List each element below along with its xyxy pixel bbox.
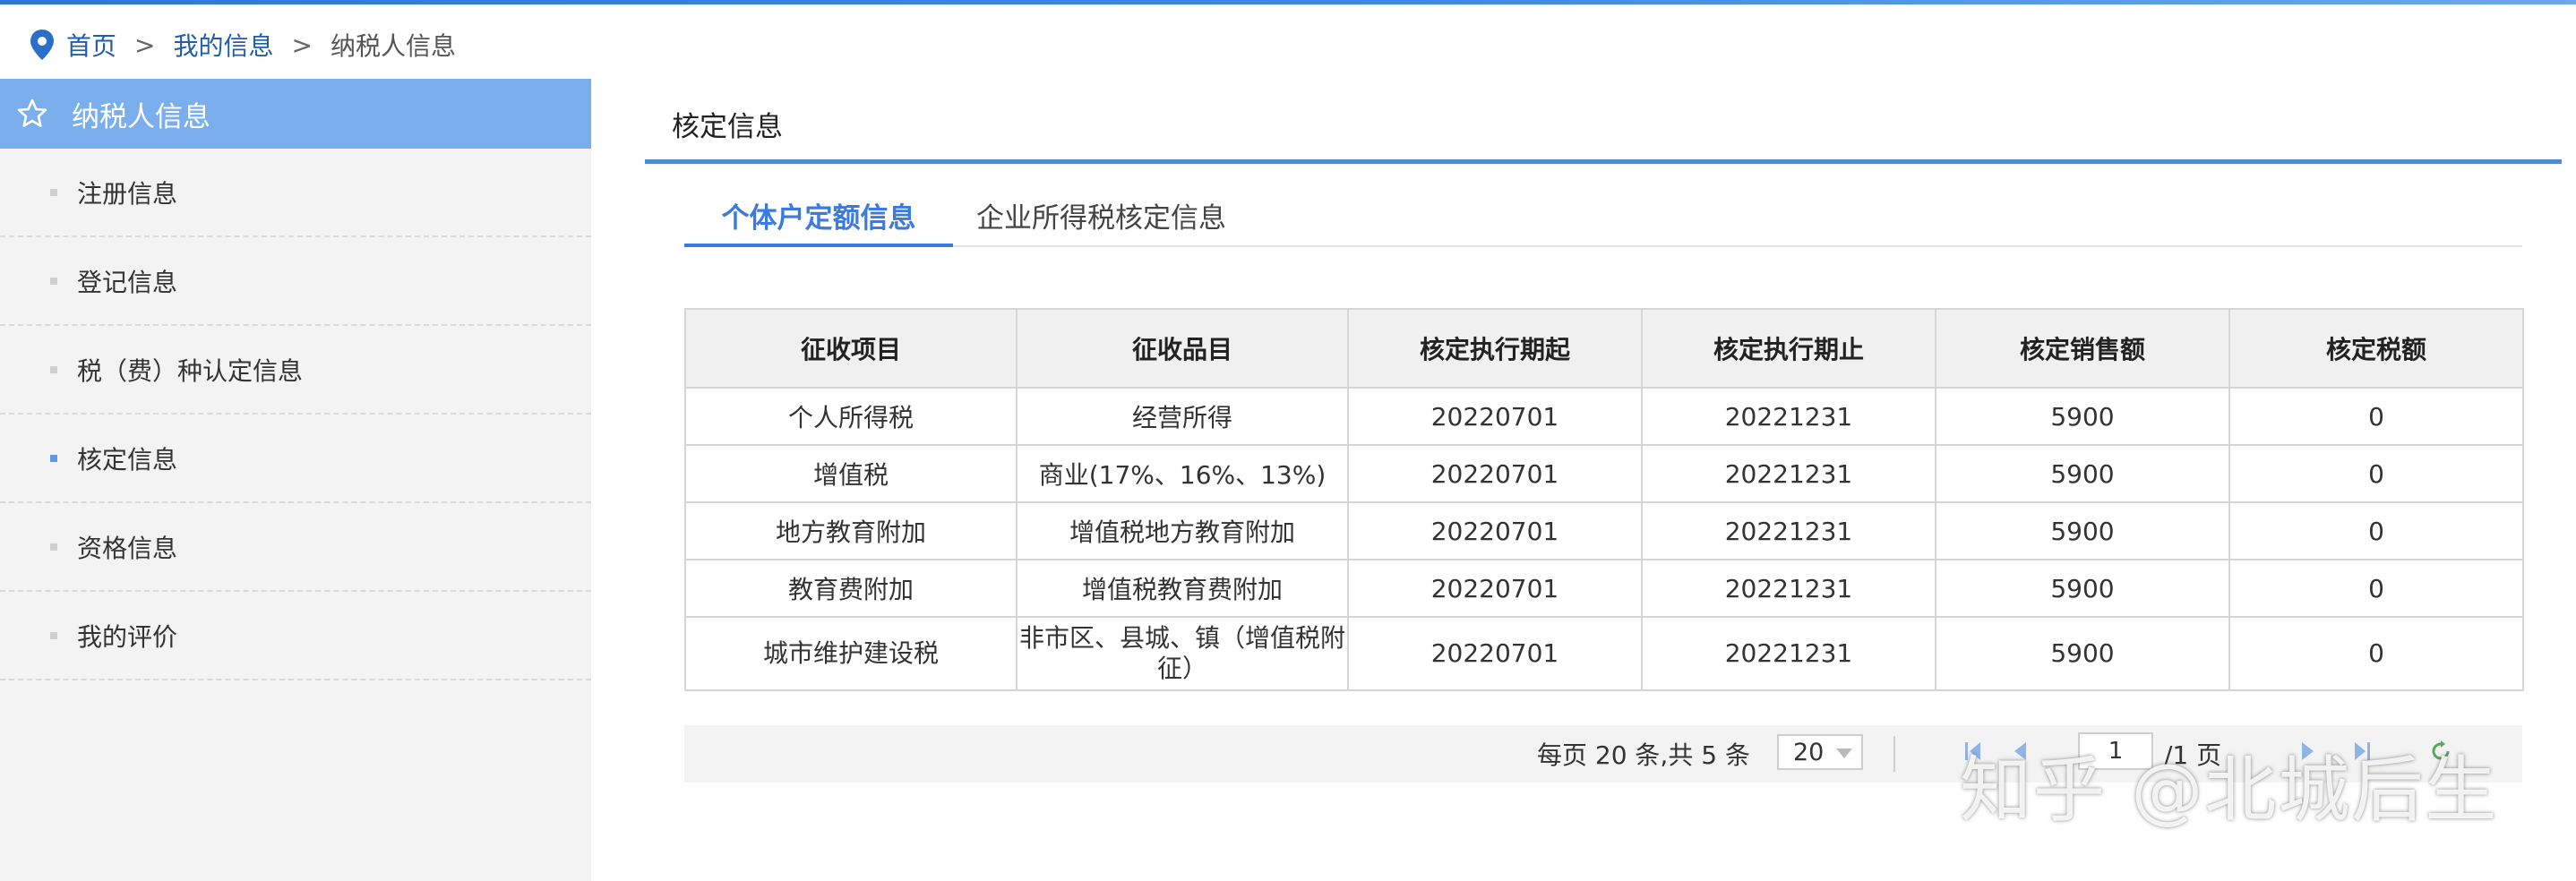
table-row: 个人所得税 经营所得 20220701 20221231 5900 0 [684,387,2524,446]
table-cell: 20221231 [1641,616,1936,691]
table-row: 城市维护建设税 非市区、县城、镇（增值税附征） 20220701 2022123… [684,616,2524,691]
table-row: 地方教育附加 增值税地方教育附加 20220701 20221231 5900 … [684,501,2524,560]
table-row: 增值税 商业(17%、16%、13%) 20220701 20221231 59… [684,444,2524,503]
breadcrumb-current: 纳税人信息 [330,31,456,61]
section-divider [645,159,2562,164]
watermark: 知乎 @北城后生 [1960,748,2499,832]
sidebar-menu: 注册信息 登记信息 税（费）种认定信息 核定信息 资格信息 我的评价 [0,149,591,680]
table-cell: 增值税教育费附加 [1016,559,1349,618]
table-cell: 20220701 [1347,616,1643,691]
location-pin-icon [30,30,54,60]
table-cell: 20221231 [1641,444,1936,503]
sidebar-item-registration[interactable]: 注册信息 [0,149,591,237]
page-size-value: 20 [1793,738,1825,766]
bullet-icon [50,631,57,639]
top-accent-bar [0,0,2576,4]
sidebar-item-qualification[interactable]: 资格信息 [0,503,591,592]
table-cell: 个人所得税 [684,387,1018,446]
column-header: 征收品目 [1016,308,1349,389]
table-cell: 20220701 [1347,387,1643,446]
star-icon [17,98,47,127]
assessment-table: 征收项目 征收品目 核定执行期起 核定执行期止 核定销售额 核定税额 个人所得税… [684,308,2524,691]
pagination-divider [1893,736,1895,772]
table-cell: 20221231 [1641,387,1936,446]
table-cell: 0 [2228,616,2524,691]
pagination-info: 每页 20 条,共 5 条 [1537,740,1750,770]
table-cell: 增值税地方教育附加 [1016,501,1349,560]
table-cell: 教育费附加 [684,559,1018,618]
table-cell: 20220701 [1347,444,1643,503]
breadcrumb-separator: > [134,30,156,60]
table-header-row: 征收项目 征收品目 核定执行期起 核定执行期止 核定销售额 核定税额 [684,308,2524,389]
breadcrumb-separator: > [291,30,313,60]
bullet-icon [50,365,57,373]
table-row: 教育费附加 增值税教育费附加 20220701 20221231 5900 0 [684,559,2524,618]
table-cell: 0 [2228,444,2524,503]
sidebar-item-label: 我的评价 [77,621,178,652]
column-header: 核定执行期止 [1641,308,1936,389]
table-cell: 5900 [1935,501,2230,560]
sidebar: 纳税人信息 注册信息 登记信息 税（费）种认定信息 核定信息 资格信息 我的评价 [0,79,591,881]
sidebar-item-evaluation[interactable]: 我的评价 [0,592,591,680]
sidebar-item-label: 注册信息 [77,178,178,209]
chevron-down-icon [1836,748,1852,758]
table-cell: 地方教育附加 [684,501,1018,560]
sidebar-item-assessment[interactable]: 核定信息 [0,415,591,503]
table-cell: 0 [2228,559,2524,618]
column-header: 核定销售额 [1935,308,2230,389]
sidebar-header: 纳税人信息 [0,79,591,149]
table-cell: 5900 [1935,616,2230,691]
sidebar-title: 纳税人信息 [72,100,210,133]
section-title: 核定信息 [672,111,783,143]
sidebar-item-tax-type[interactable]: 税（费）种认定信息 [0,326,591,415]
tab-individual-quota[interactable]: 个体户定额信息 [684,195,953,247]
table-cell: 增值税 [684,444,1018,503]
table-cell: 非市区、县城、镇（增值税附征） [1016,616,1349,691]
breadcrumb-home-link[interactable]: 首页 [66,27,116,63]
bullet-icon [50,188,57,196]
table-cell: 0 [2228,387,2524,446]
column-header: 核定执行期起 [1347,308,1643,389]
sidebar-item-enrollment[interactable]: 登记信息 [0,237,591,326]
table-cell: 5900 [1935,387,2230,446]
column-header: 征收项目 [684,308,1018,389]
bullet-icon [50,543,57,551]
table-cell: 20220701 [1347,501,1643,560]
breadcrumb-my-info-link[interactable]: 我的信息 [173,27,273,63]
sidebar-item-label: 税（费）种认定信息 [77,355,304,386]
table-cell: 经营所得 [1016,387,1349,446]
column-header: 核定税额 [2228,308,2524,389]
table-cell: 0 [2228,501,2524,560]
table-cell: 20221231 [1641,559,1936,618]
bullet-icon [50,277,57,285]
page-size-select[interactable]: 20 [1777,734,1863,770]
table-cell: 城市维护建设税 [684,616,1018,691]
breadcrumb: 首页 > 我的信息 > 纳税人信息 [29,25,456,64]
table-cell: 5900 [1935,559,2230,618]
tab-corporate-income-tax[interactable]: 企业所得税核定信息 [976,195,1226,245]
sidebar-item-label: 资格信息 [77,533,178,563]
sidebar-item-label: 登记信息 [77,267,178,297]
sidebar-item-label: 核定信息 [77,444,178,475]
table-cell: 20220701 [1347,559,1643,618]
table-cell: 20221231 [1641,501,1936,560]
tab-bar: 个体户定额信息 企业所得税核定信息 [684,195,2522,247]
table-cell: 5900 [1935,444,2230,503]
bullet-icon [50,454,57,462]
table-cell: 商业(17%、16%、13%) [1016,444,1349,503]
